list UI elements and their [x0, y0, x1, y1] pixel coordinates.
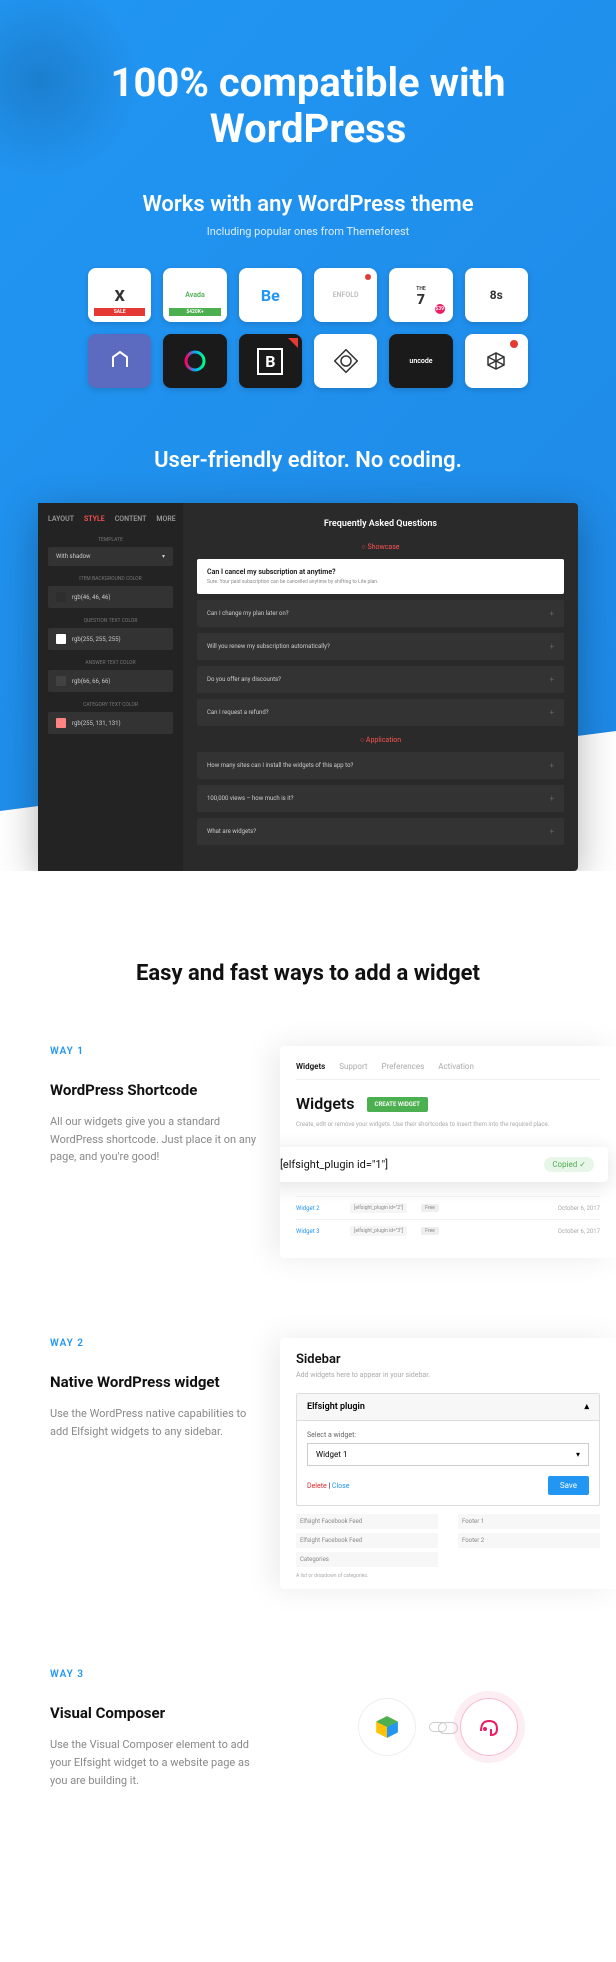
way-label: WAY 1 — [50, 1046, 260, 1057]
theme-tile — [465, 334, 528, 388]
editor-tab[interactable]: MORE — [156, 515, 175, 523]
editor-preview: LAYOUT STYLE CONTENT MORE TEMPLATE With … — [38, 503, 578, 871]
way-desc: Use the Visual Composer element to add y… — [50, 1736, 260, 1789]
way-label: WAY 3 — [50, 1669, 260, 1680]
widget-select[interactable]: Widget 1▾ — [307, 1443, 589, 1466]
table-row: Widget 3[elfsight_plugin id="3"]FreeOcto… — [296, 1219, 600, 1242]
elfsight-icon — [461, 1699, 517, 1755]
faq-item[interactable]: 100,000 views – how much is it?+ — [197, 785, 564, 812]
theme-tile: 8s — [465, 268, 528, 322]
link-icon — [429, 1722, 447, 1732]
editor-preview-main: Frequently Asked Questions Showcase Can … — [183, 503, 578, 871]
list-item[interactable]: Categories — [296, 1552, 438, 1567]
way-row: WAY 2 Native WordPress widget Use the Wo… — [0, 1338, 616, 1589]
sidebar-panel: Sidebar Add widgets here to appear in yo… — [280, 1338, 616, 1589]
color-field[interactable]: rgb(46, 46, 46) — [48, 586, 173, 608]
editor-tab[interactable]: STYLE — [84, 515, 105, 523]
panel-tab[interactable]: Support — [339, 1062, 367, 1071]
editor-sidebar: LAYOUT STYLE CONTENT MORE TEMPLATE With … — [38, 503, 183, 871]
themes-heading: Works with any WordPress theme — [30, 192, 586, 217]
panel-heading: Widgets — [296, 1094, 355, 1113]
panel-tab[interactable]: Activation — [438, 1062, 474, 1071]
panel-tabs: Widgets Support Preferences Activation — [296, 1062, 600, 1080]
table-row: Widget 2[elfsight_plugin id="2"]FreeOcto… — [296, 1196, 600, 1219]
faq-item[interactable]: Can I change my plan later on?+ — [197, 600, 564, 627]
sidebar-note: A list or dropdown of categories. — [296, 1567, 600, 1579]
way-title: Visual Composer — [50, 1704, 260, 1722]
panel-tab[interactable]: Preferences — [382, 1062, 425, 1071]
editor-heading: User-friendly editor. No coding. — [30, 448, 586, 473]
field-label: TEMPLATE — [48, 537, 173, 543]
chevron-down-icon: ▾ — [576, 1450, 580, 1459]
way-row: WAY 1 WordPress Shortcode All our widget… — [0, 1046, 616, 1258]
panel-tab[interactable]: Widgets — [296, 1062, 325, 1071]
way-row: WAY 3 Visual Composer Use the Visual Com… — [0, 1669, 616, 1789]
theme-tile — [163, 334, 226, 388]
theme-tile — [314, 334, 377, 388]
faq-item[interactable]: Can I cancel my subscription at anytime?… — [197, 559, 564, 594]
faq-item[interactable]: How many sites can I install the widgets… — [197, 752, 564, 779]
themes-grid: XSALE Avada$420K+ Be ENFOLD THE7$39 8s B… — [88, 268, 528, 388]
theme-tile: THE7$39 — [389, 268, 452, 322]
close-link[interactable]: Close — [332, 1482, 350, 1490]
theme-tile: XSALE — [88, 268, 151, 322]
way-title: WordPress Shortcode — [50, 1081, 260, 1099]
editor-tab[interactable]: LAYOUT — [48, 515, 74, 523]
list-item[interactable]: Footer 1 — [458, 1514, 600, 1529]
field-label: QUESTION TEXT COLOR — [48, 618, 173, 624]
copied-badge: Copied — [544, 1157, 594, 1172]
way-desc: Use the WordPress native capabilities to… — [50, 1405, 260, 1440]
color-field[interactable]: rgb(255, 255, 255) — [48, 628, 173, 650]
panel-sub: Create, edit or remove your widgets. Use… — [296, 1121, 600, 1129]
editor-tab[interactable]: CONTENT — [115, 515, 147, 523]
faq-item[interactable]: Do you offer any discounts?+ — [197, 666, 564, 693]
ways-heading: Easy and fast ways to add a widget — [0, 961, 616, 986]
widget-box: Elfsight plugin▴ Select a widget: Widget… — [296, 1393, 600, 1506]
shortcode-popup: [elfsight_plugin id="1"] Copied — [280, 1147, 608, 1182]
ways-section: Easy and fast ways to add a widget WAY 1… — [0, 731, 616, 1929]
way-title: Native WordPress widget — [50, 1373, 260, 1391]
themes-subtitle: Including popular ones from Themeforest — [30, 225, 586, 238]
faq-section: Application — [197, 736, 564, 744]
field-label: ITEM BACKGROUND COLOR — [48, 576, 173, 582]
field-label: CATEGORY TEXT COLOR — [48, 702, 173, 708]
theme-tile — [88, 334, 151, 388]
theme-tile: Be — [239, 268, 302, 322]
create-widget-button[interactable]: CREATE WIDGET — [367, 1097, 428, 1112]
shortcode-text: [elfsight_plugin id="1"] — [280, 1158, 388, 1171]
color-field[interactable]: rgb(66, 66, 66) — [48, 670, 173, 692]
shortcode-panel: Widgets Support Preferences Activation W… — [280, 1046, 616, 1258]
theme-tile: uncode — [389, 334, 452, 388]
sidebar-sub: Add widgets here to appear in your sideb… — [296, 1371, 600, 1379]
visual-composer-graphic — [280, 1669, 616, 1785]
widget-box-header[interactable]: Elfsight plugin▴ — [297, 1394, 599, 1421]
template-select[interactable]: With shadow▾ — [48, 547, 173, 566]
hero-title: 100% compatible with WordPress — [30, 60, 586, 152]
faq-item[interactable]: What are widgets?+ — [197, 818, 564, 845]
faq-item[interactable]: Can I request a refund?+ — [197, 699, 564, 726]
theme-tile: ENFOLD — [314, 268, 377, 322]
theme-tile: B — [239, 334, 302, 388]
save-button[interactable]: Save — [548, 1476, 589, 1495]
color-field[interactable]: rgb(255, 131, 131) — [48, 712, 173, 734]
delete-link[interactable]: Delete — [307, 1482, 327, 1490]
list-item[interactable]: Elfsight Facebook Feed — [296, 1533, 438, 1548]
hero-section: 100% compatible with WordPress Works wit… — [0, 0, 616, 871]
faq-item[interactable]: Will you renew my subscription automatic… — [197, 633, 564, 660]
widget-extras: Elfsight Facebook Feed Footer 1 Elfsight … — [296, 1506, 600, 1567]
way-label: WAY 2 — [50, 1338, 260, 1349]
faq-title: Frequently Asked Questions — [197, 519, 564, 529]
editor-tabs: LAYOUT STYLE CONTENT MORE — [48, 515, 173, 523]
theme-tile: Avada$420K+ — [163, 268, 226, 322]
sidebar-title: Sidebar — [296, 1352, 600, 1367]
chevron-up-icon: ▴ — [584, 1402, 589, 1412]
select-label: Select a widget: — [307, 1431, 589, 1439]
list-item[interactable]: Footer 2 — [458, 1533, 600, 1548]
vc-icon — [359, 1699, 415, 1755]
list-item[interactable]: Elfsight Facebook Feed — [296, 1514, 438, 1529]
way-desc: All our widgets give you a standard Word… — [50, 1113, 260, 1166]
field-label: ANSWER TEXT COLOR — [48, 660, 173, 666]
faq-section: Showcase — [197, 543, 564, 551]
